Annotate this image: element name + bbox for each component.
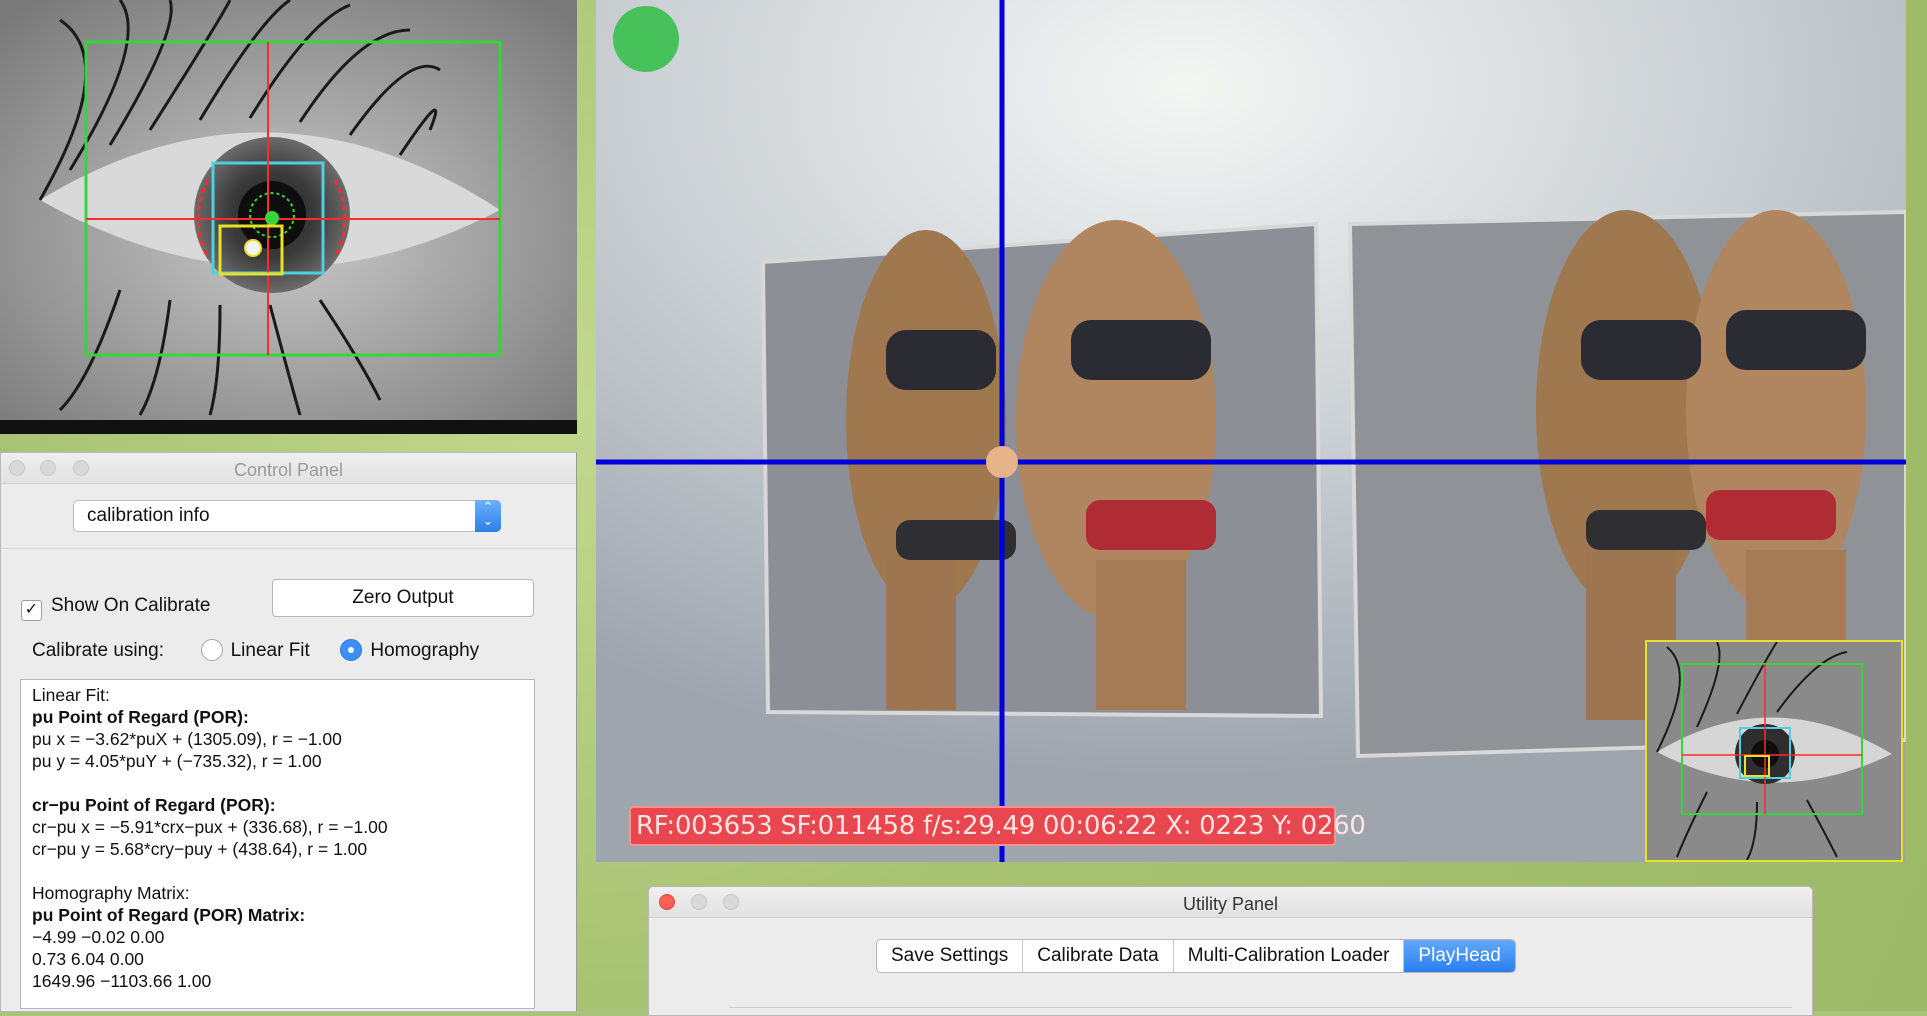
info-blank-line — [32, 860, 534, 882]
frame-status-overlay: RF:003653 SF:011458 f/s:29.49 00:06:22 X… — [629, 806, 1366, 846]
info-line: 1649.96 −1103.66 1.00 — [32, 971, 212, 991]
scene-camera-view[interactable]: RF:003653 SF:011458 f/s:29.49 00:06:22 X… — [596, 0, 1906, 862]
eye-camera-thumbnail[interactable] — [1645, 640, 1903, 862]
homography-label[interactable]: Homography — [370, 640, 479, 661]
calibrate-using-label: Calibrate using: — [32, 640, 165, 661]
control-panel-titlebar[interactable]: Control Panel — [1, 453, 576, 484]
info-line: pu y = 4.05*puY + (−735.32), r = 1.00 — [32, 751, 322, 771]
pupil-center-dot — [265, 211, 279, 225]
utility-panel-titlebar[interactable]: Utility Panel — [649, 887, 1812, 918]
utility-panel-title: Utility Panel — [1182, 894, 1279, 914]
info-line: pu x = −3.62*puX + (1305.09), r = −1.00 — [32, 729, 342, 749]
control-panel-title: Control Panel — [233, 460, 344, 480]
info-line: −4.99 −0.02 0.00 — [32, 927, 165, 947]
tab-calibrate-data[interactable]: Calibrate Data — [1023, 940, 1174, 972]
show-on-calibrate-row[interactable]: ✓ Show On Calibrate — [21, 595, 210, 621]
homography-radio[interactable] — [340, 639, 363, 661]
utility-panel-window: Utility Panel Save Settings Calibrate Da… — [648, 886, 1813, 1016]
view-mode-select-value: calibration info — [87, 505, 210, 526]
calibration-info-text[interactable]: Linear Fit: pu Point of Regard (POR): pu x… — [20, 679, 535, 1009]
info-line: cr−pu y = 5.68*cry−puy + (438.64), r = 1… — [32, 839, 368, 859]
eye-camera-frame-edge — [0, 420, 577, 434]
info-line: pu Point of Regard (POR): — [32, 707, 249, 727]
select-stepper-icon[interactable]: ⌃ ⌄ — [475, 500, 501, 532]
linear-fit-label[interactable]: Linear Fit — [231, 640, 310, 661]
calibrate-using-row: Calibrate using: Linear Fit Homography — [32, 639, 479, 662]
info-line: cr−pu x = −5.91*crx−pux + (336.68), r = … — [32, 817, 388, 837]
eye-camera-view[interactable] — [0, 0, 577, 420]
tab-multi-calibration-loader[interactable]: Multi-Calibration Loader — [1174, 940, 1405, 972]
show-on-calibrate-label: Show On Calibrate — [51, 595, 211, 616]
tab-playhead[interactable]: PlayHead — [1404, 940, 1515, 972]
divider — [1, 548, 576, 549]
corneal-reflection-dot — [244, 239, 262, 257]
info-line: 0.73 6.04 0.00 — [32, 949, 144, 969]
info-line: Homography Matrix: — [32, 883, 190, 903]
tab-save-settings[interactable]: Save Settings — [877, 940, 1024, 972]
utility-panel-content-edge — [729, 1007, 1792, 1016]
view-mode-select[interactable]: calibration info ⌃ ⌄ — [73, 500, 501, 532]
utility-tab-bar: Save Settings Calibrate Data Multi-Calib… — [876, 939, 1516, 973]
zero-output-button[interactable]: Zero Output — [272, 579, 534, 617]
info-line: Linear Fit: — [32, 685, 110, 705]
info-line: pu Point of Regard (POR) Matrix: — [32, 905, 306, 925]
gaze-point-marker — [986, 446, 1018, 478]
linear-fit-radio[interactable] — [200, 639, 223, 661]
show-on-calibrate-checkbox[interactable]: ✓ — [21, 600, 42, 621]
recording-indicator-icon — [613, 6, 679, 72]
info-line: cr−pu Point of Regard (POR): — [32, 795, 276, 815]
control-panel-window: Control Panel calibration info ⌃ ⌄ ✓ Show … — [0, 452, 577, 1012]
info-blank-line — [32, 772, 534, 794]
